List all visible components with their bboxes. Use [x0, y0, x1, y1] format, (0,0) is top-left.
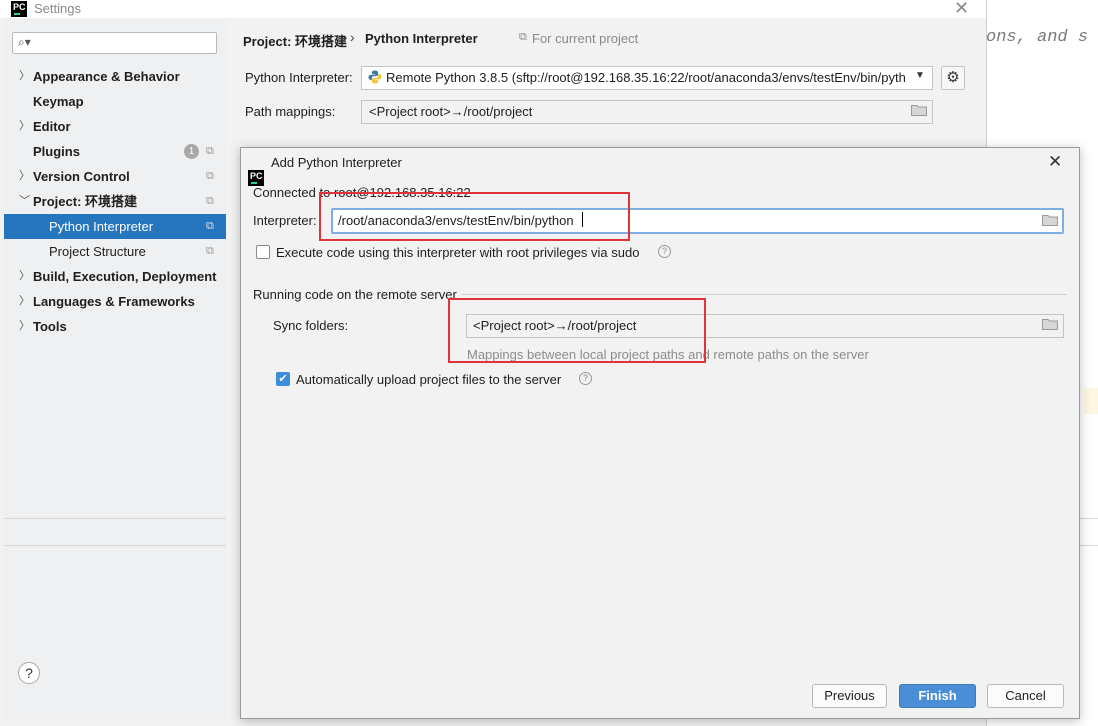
- finish-button[interactable]: Finish: [899, 684, 976, 708]
- sidebar-item-tools[interactable]: 〉 Tools: [4, 314, 226, 339]
- divider: [4, 545, 240, 546]
- chevron-right-icon: 〉: [19, 120, 30, 132]
- python-interpreter-label: Python Interpreter:: [245, 70, 353, 85]
- divider: [1080, 518, 1098, 519]
- divider: [1080, 545, 1098, 546]
- scope-label: For current project: [532, 31, 639, 46]
- project-scope-icon: ⧉: [206, 170, 214, 182]
- chevron-right-icon: 〉: [19, 295, 30, 307]
- annotation-highlight-box: [319, 192, 630, 241]
- close-icon[interactable]: ✕: [1048, 152, 1062, 172]
- interpreter-label: Interpreter:: [253, 213, 317, 228]
- sidebar-item-editor[interactable]: 〉 Editor: [4, 114, 226, 139]
- window-titlebar: [0, 0, 986, 18]
- breadcrumb-project: Project: 环境搭建: [243, 34, 348, 49]
- pycharm-logo-icon: PC: [11, 1, 27, 17]
- auto-upload-checkbox[interactable]: ✔: [276, 372, 290, 386]
- sidebar-item-label: Python Interpreter: [49, 219, 154, 234]
- editor-code-text: ons, and s: [986, 28, 1089, 47]
- previous-button[interactable]: Previous: [812, 684, 887, 708]
- sidebar-item-build-execution-deployment[interactable]: 〉 Build, Execution, Deployment: [4, 264, 226, 289]
- sudo-label: Execute code using this interpreter with…: [276, 245, 640, 260]
- sidebar-item-keymap[interactable]: Keymap: [4, 89, 226, 114]
- sidebar-item-python-interpreter[interactable]: Python Interpreter ⧉: [4, 214, 226, 239]
- breadcrumb-separator: ›: [350, 29, 355, 45]
- sidebar-item-label: Appearance & Behavior: [33, 69, 180, 84]
- window-title: Settings: [34, 1, 81, 16]
- sidebar-item-label: Languages & Frameworks: [33, 294, 195, 309]
- help-icon[interactable]: ?: [658, 245, 671, 258]
- update-count-badge: 1: [184, 144, 199, 159]
- page-title: Python Interpreter: [365, 31, 478, 46]
- folder-icon[interactable]: [1042, 214, 1058, 226]
- pycharm-logo-icon: PC: [248, 170, 264, 186]
- sidebar-item-project-structure[interactable]: Project Structure ⧉: [4, 239, 226, 264]
- sudo-checkbox[interactable]: [256, 245, 270, 259]
- project-scope-icon: ⧉: [206, 145, 214, 157]
- sidebar-item-plugins[interactable]: Plugins 1 ⧉: [4, 139, 226, 164]
- chevron-down-icon: ﹀: [19, 195, 30, 207]
- path-mappings-value: <Project root>→/root/project: [369, 104, 533, 119]
- sidebar-item-label: Tools: [33, 319, 67, 334]
- search-icon: ⌕▾: [18, 35, 31, 49]
- path-mappings-label: Path mappings:: [245, 104, 336, 119]
- project-scope-icon: ⧉: [206, 220, 214, 232]
- sidebar-item-label: Project Structure: [49, 244, 146, 259]
- auto-upload-label: Automatically upload project files to th…: [296, 372, 562, 387]
- help-button[interactable]: ?: [18, 662, 40, 684]
- gear-icon[interactable]: ⚙: [941, 66, 965, 90]
- chevron-right-icon: 〉: [19, 270, 30, 282]
- sidebar-item-label: Plugins: [33, 144, 80, 159]
- cancel-button[interactable]: Cancel: [987, 684, 1064, 708]
- annotation-highlight-box: [448, 298, 706, 363]
- project-scope-icon: ⧉: [206, 195, 214, 207]
- section-divider: [462, 294, 1067, 295]
- sidebar-item-version-control[interactable]: 〉 Version Control ⧉: [4, 164, 226, 189]
- sidebar-item-languages-frameworks[interactable]: 〉 Languages & Frameworks: [4, 289, 226, 314]
- folder-icon[interactable]: [911, 104, 927, 116]
- sidebar-item-label: Version Control: [33, 169, 130, 184]
- editor-line-highlight: [1084, 388, 1098, 414]
- project-scope-icon: ⧉: [206, 245, 214, 257]
- sidebar-item-label: Project: 环境搭建: [33, 194, 138, 209]
- remote-section-heading: Running code on the remote server: [253, 287, 457, 302]
- sidebar-item-label: Editor: [33, 119, 71, 134]
- chevron-right-icon: 〉: [19, 170, 30, 182]
- settings-search-input[interactable]: [12, 32, 217, 54]
- sidebar-item-appearance-behavior[interactable]: 〉 Appearance & Behavior: [4, 64, 226, 89]
- sidebar-item-project[interactable]: ﹀ Project: 环境搭建 ⧉: [4, 189, 226, 214]
- divider: [4, 518, 240, 519]
- sidebar-item-label: Keymap: [33, 94, 84, 109]
- help-icon[interactable]: ?: [579, 372, 592, 385]
- chevron-right-icon: 〉: [19, 320, 30, 332]
- python-interpreter-value: Remote Python 3.8.5 (sftp://root@192.168…: [386, 70, 906, 85]
- sync-folders-label: Sync folders:: [273, 318, 349, 333]
- python-icon: [368, 70, 382, 84]
- sidebar-item-label: Build, Execution, Deployment: [33, 269, 217, 284]
- chevron-right-icon: 〉: [19, 70, 30, 82]
- dialog-title: Add Python Interpreter: [271, 155, 402, 170]
- window-close-icon[interactable]: ✕: [954, 0, 969, 19]
- project-scope-icon: ⧉: [519, 31, 527, 43]
- folder-icon[interactable]: [1042, 318, 1058, 330]
- dropdown-arrow-icon[interactable]: ▼: [915, 70, 925, 81]
